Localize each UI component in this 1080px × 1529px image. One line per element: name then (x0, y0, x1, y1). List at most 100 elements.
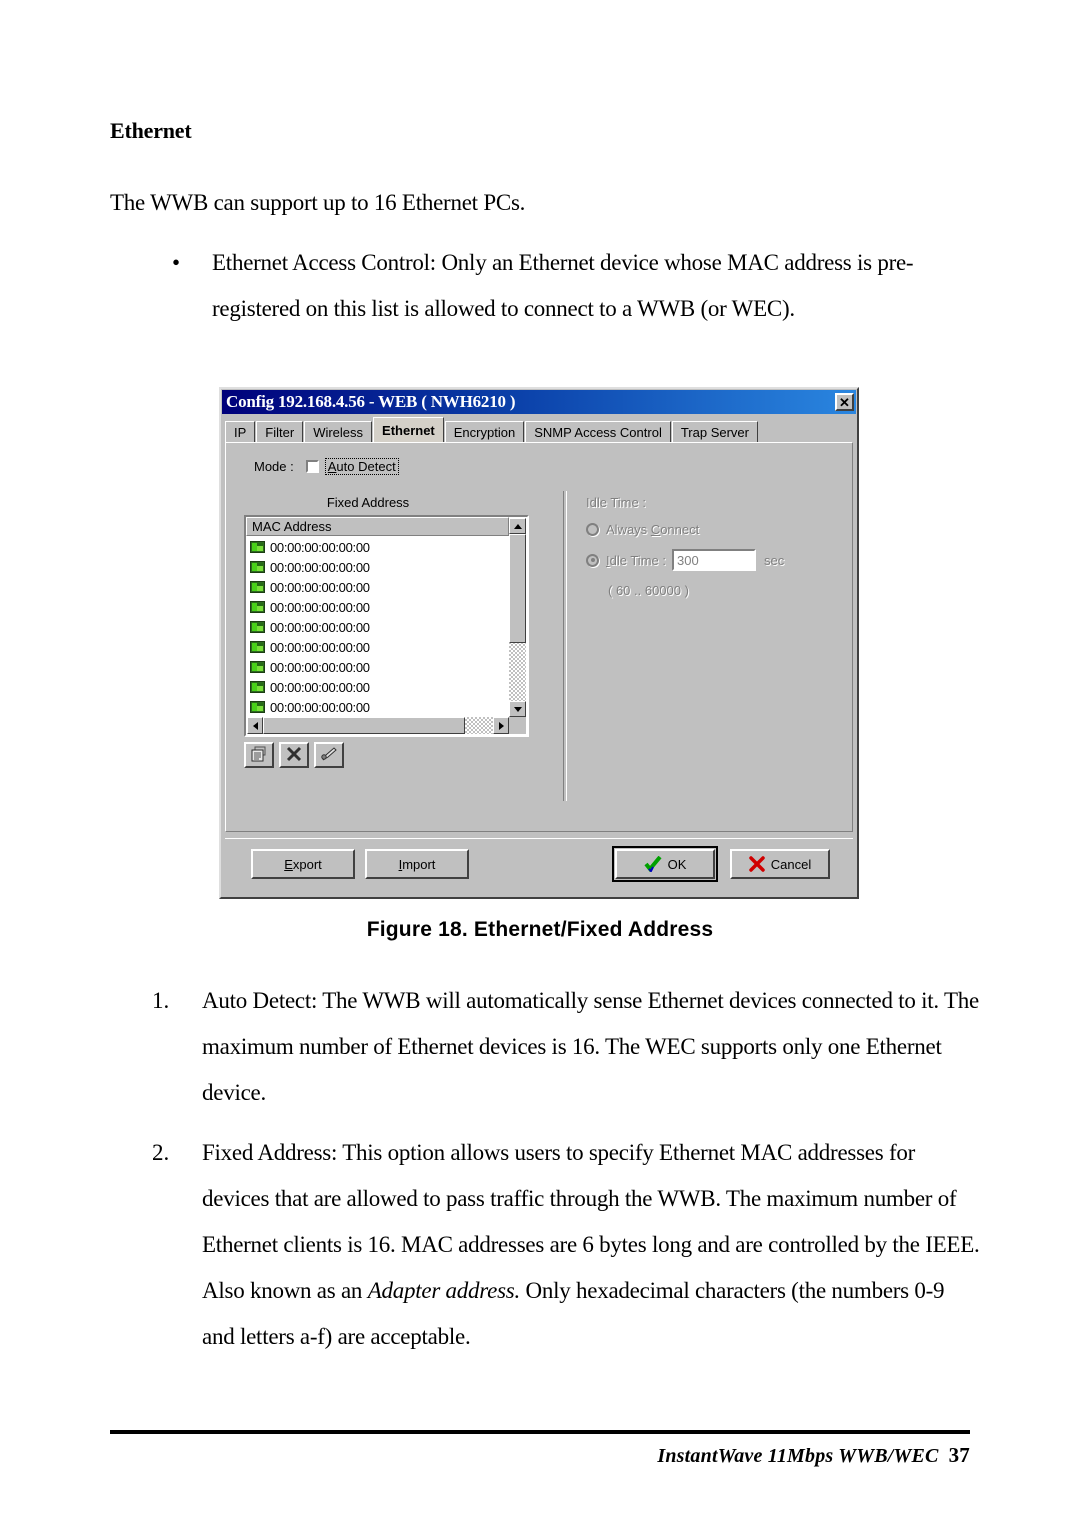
mac-address-rows: 00:00:00:00:00:00 00:00:00:00:00:00 00:0… (247, 537, 507, 719)
dialog-button-bar: Export Import OK Cancel (225, 838, 853, 891)
idle-time-radio[interactable] (586, 553, 599, 567)
page-number: 37 (948, 1443, 970, 1467)
idle-time-group-label: Idle Time : (586, 495, 646, 510)
page-footer: InstantWave 11Mbps WWB/WEC 37 (657, 1443, 970, 1468)
close-icon[interactable]: ✕ (835, 393, 854, 411)
config-dialog: Config 192.168.4.56 - WEB ( NWH6210 ) ✕ … (219, 387, 859, 899)
vertical-scroll-thumb[interactable] (509, 534, 526, 643)
tab-ip[interactable]: IP (225, 421, 256, 442)
import-label-rest: mport (402, 856, 436, 872)
table-row[interactable]: 00:00:00:00:00:00 (247, 557, 507, 577)
vertical-scrollbar[interactable] (509, 518, 526, 717)
idle-time-unit: sec (763, 552, 785, 568)
fixed-address-pane: Fixed Address MAC Address 00:00:00:00:00… (244, 495, 546, 768)
figure-caption: Figure 18. Ethernet/Fixed Address (366, 918, 714, 941)
cancel-label: Cancel (770, 856, 812, 872)
tab-encryption[interactable]: Encryption (444, 421, 525, 442)
vertical-scroll-track[interactable] (509, 534, 526, 701)
scroll-up-icon[interactable] (509, 518, 526, 534)
tab-snmp-access-control[interactable]: SNMP Access Control (525, 421, 671, 442)
scroll-right-icon[interactable] (493, 717, 509, 734)
network-card-icon (250, 701, 265, 713)
table-row[interactable]: 00:00:00:00:00:00 (247, 537, 507, 557)
idle-time-label: Idle Time : (606, 553, 666, 568)
export-accel-char: E (284, 856, 293, 872)
bullet-marker: • (172, 250, 181, 275)
idle-time-pane: Idle Time : Always Connect Idle Time : 3… (586, 495, 841, 598)
always-connect-row[interactable]: Always Connect (586, 522, 841, 537)
table-row[interactable]: 00:00:00:00:00:00 (247, 697, 507, 717)
document-page: Ethernet The WWB can support up to 16 Et… (0, 0, 1080, 1529)
table-row[interactable]: 00:00:00:00:00:00 (247, 677, 507, 697)
bullet-item-text: Ethernet Access Control: Only an Etherne… (212, 250, 914, 321)
mac-address-value: 00:00:00:00:00:00 (270, 619, 370, 635)
footer-divider (110, 1430, 970, 1434)
always-connect-post: onnect (660, 522, 700, 537)
table-row[interactable]: 00:00:00:00:00:00 (247, 657, 507, 677)
network-card-icon (250, 581, 265, 593)
export-label-rest: xport (292, 856, 322, 872)
intro-paragraph: The WWB can support up to 16 Ethernet PC… (110, 190, 526, 215)
numbered-item-2: 2. Fixed Address: This option allows use… (152, 1130, 982, 1360)
scroll-left-icon[interactable] (247, 717, 263, 734)
numbered-item-text: Fixed Address: This option allows users … (202, 1130, 982, 1360)
ethernet-tab-panel: Mode : Auto Detect Fixed Address MAC Add… (225, 442, 853, 832)
tab-strip: IP Filter Wireless Ethernet Encryption S… (225, 417, 853, 442)
table-row[interactable]: 00:00:00:00:00:00 (247, 617, 507, 637)
tab-filter[interactable]: Filter (256, 421, 304, 442)
panel-divider (563, 491, 567, 801)
tab-wireless[interactable]: Wireless (304, 421, 373, 442)
mac-address-value: 00:00:00:00:00:00 (270, 659, 370, 675)
list-number: 2. (152, 1140, 170, 1165)
auto-detect-checkbox[interactable] (305, 459, 319, 473)
table-row[interactable]: 00:00:00:00:00:00 (247, 637, 507, 657)
edit-entry-button[interactable] (314, 742, 344, 768)
tab-trap-server[interactable]: Trap Server (671, 421, 758, 442)
new-entry-button[interactable] (244, 742, 274, 768)
document-properties-icon (250, 746, 268, 765)
section-heading: Ethernet (110, 118, 192, 143)
mac-address-value: 00:00:00:00:00:00 (270, 539, 370, 555)
mode-row: Mode : Auto Detect (254, 457, 852, 475)
idle-time-range-note: ( 60 .. 60000 ) (608, 583, 689, 598)
mode-label: Mode : (254, 458, 294, 474)
scrollbar-corner (509, 717, 526, 734)
tab-ethernet[interactable]: Ethernet (373, 417, 444, 442)
import-button[interactable]: Import (365, 849, 469, 879)
network-card-icon (250, 621, 265, 633)
idle-time-label-rest: dle Time : (609, 552, 666, 568)
network-card-icon (250, 601, 265, 613)
x-icon (749, 856, 765, 872)
horizontal-scroll-track[interactable] (263, 717, 493, 734)
mac-address-value: 00:00:00:00:00:00 (270, 599, 370, 615)
footer-product-name: InstantWave 11Mbps WWB/WEC (657, 1445, 939, 1467)
numbered-item-1: 1. Auto Detect: The WWB will automatical… (152, 978, 982, 1116)
horizontal-scrollbar[interactable] (247, 717, 509, 734)
table-row[interactable]: 00:00:00:00:00:00 (247, 597, 507, 617)
always-connect-radio[interactable] (586, 523, 599, 536)
network-card-icon (250, 641, 265, 653)
list-number: 1. (152, 988, 170, 1013)
fixed-address-title: Fixed Address (326, 495, 410, 510)
idle-time-input[interactable]: 300 (671, 549, 756, 571)
table-row[interactable]: 00:00:00:00:00:00 (247, 577, 507, 597)
ok-button[interactable]: OK (612, 846, 718, 882)
network-card-icon (250, 661, 265, 673)
always-connect-label: Always Connect (606, 522, 699, 537)
delete-entry-button[interactable] (279, 742, 309, 768)
check-icon (644, 856, 662, 872)
network-card-icon (250, 541, 265, 553)
export-button[interactable]: Export (251, 849, 355, 879)
horizontal-scroll-thumb[interactable] (263, 717, 466, 734)
column-header-mac-address[interactable]: MAC Address (246, 517, 509, 536)
dialog-titlebar: Config 192.168.4.56 - WEB ( NWH6210 ) ✕ (222, 390, 856, 414)
numbered-item-italic: Adapter address. (367, 1278, 521, 1303)
mac-address-value: 00:00:00:00:00:00 (270, 699, 370, 715)
idle-time-row[interactable]: Idle Time : 300 sec (586, 549, 841, 571)
mac-address-value: 00:00:00:00:00:00 (270, 639, 370, 655)
auto-detect-label[interactable]: Auto Detect (324, 457, 399, 475)
numbered-item-text: Auto Detect: The WWB will automatically … (202, 988, 979, 1105)
mac-address-listbox[interactable]: MAC Address 00:00:00:00:00:00 00:00:00:0… (244, 515, 529, 737)
scroll-down-icon[interactable] (509, 701, 526, 717)
cancel-button[interactable]: Cancel (730, 849, 830, 879)
